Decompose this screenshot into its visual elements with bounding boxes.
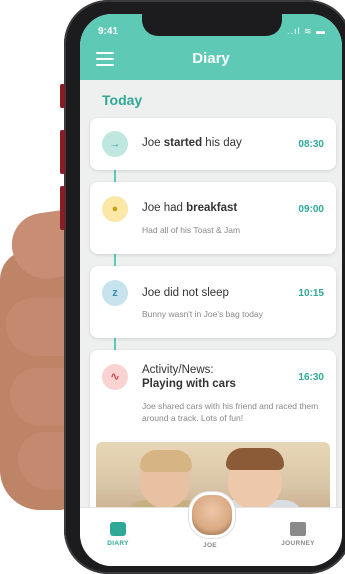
enter-icon: → [102, 131, 128, 157]
child-hair [226, 448, 284, 470]
entry-time: 10:15 [298, 288, 324, 299]
avatar[interactable] [189, 492, 235, 538]
page-title: Diary [192, 50, 230, 67]
entry-title: Joe had breakfast [142, 202, 238, 214]
tab-joe[interactable]: JOE [180, 542, 240, 549]
entry-note: Had all of his Toast & Jam [142, 225, 241, 235]
entry-title: Joe did not sleep [142, 287, 229, 299]
tab-label: JOURNEY [281, 540, 315, 547]
section-heading-today: Today [102, 92, 143, 108]
status-icons: ..ıl ≋ ▬ [286, 26, 326, 36]
tab-journey[interactable]: JOURNEY [268, 522, 328, 547]
app-header: 9:41 ..ıl ≋ ▬ Diary [80, 14, 342, 80]
phone-side-button [60, 186, 65, 230]
phone-side-button [60, 130, 65, 174]
entry-note: Bunny wasn't in Joe's bag today [142, 309, 263, 319]
diary-entry-card[interactable]: → Joe started his day 08:30 [90, 118, 336, 170]
bottom-tab-bar: DIARY JOE JOURNEY [80, 492, 342, 566]
entry-note: Joe shared cars with his friend and race… [142, 401, 319, 423]
meal-icon: ● [102, 196, 128, 222]
sleep-icon: z [102, 280, 128, 306]
status-time: 9:41 [98, 26, 119, 37]
entry-time: 16:30 [298, 372, 324, 383]
tab-diary[interactable]: DIARY [88, 522, 148, 547]
entry-title: Joe started his day [142, 137, 242, 149]
phone-side-button [60, 84, 65, 108]
tab-label: DIARY [107, 540, 129, 547]
diary-entry-card[interactable]: z Joe did not sleep 10:15 Bunny wasn't i… [90, 266, 336, 338]
entry-title: Activity/News: Playing with cars [142, 364, 236, 390]
diary-entry-card[interactable]: ● Joe had breakfast 09:00 Had all of his… [90, 182, 336, 254]
tab-label: JOE [203, 542, 217, 549]
entry-time: 09:00 [298, 204, 324, 215]
phone-notch [142, 14, 282, 36]
book-icon [290, 522, 306, 536]
child-hair [140, 450, 192, 472]
activity-icon: ∿ [102, 364, 128, 390]
entry-time: 08:30 [298, 139, 324, 150]
app-screen: 9:41 ..ıl ≋ ▬ Diary Today → Joe started … [80, 14, 342, 566]
diary-icon [110, 522, 126, 536]
